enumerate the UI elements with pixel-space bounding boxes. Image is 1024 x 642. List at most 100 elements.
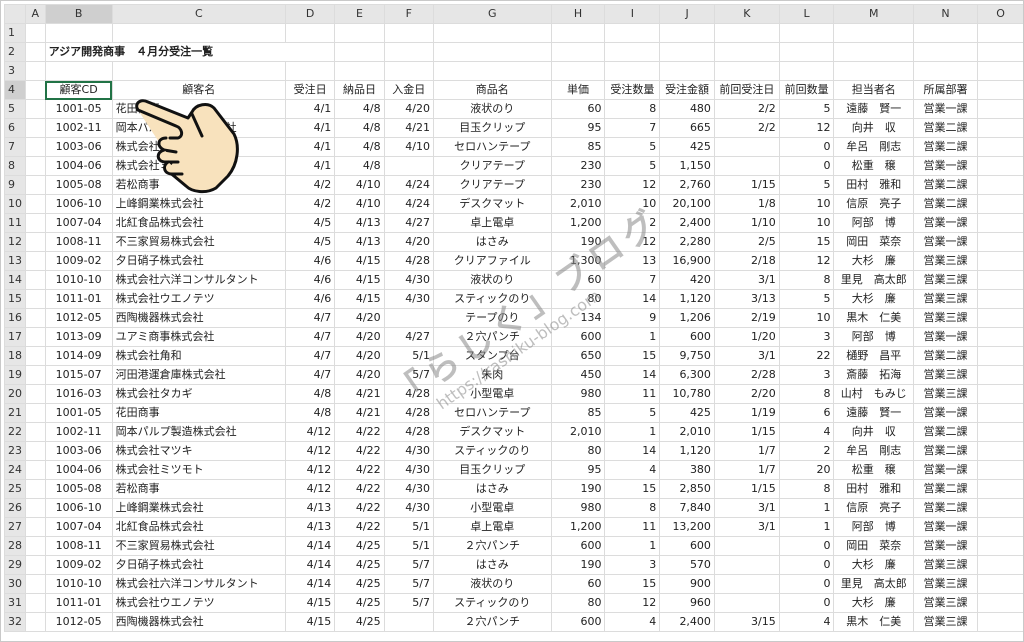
data-cell[interactable]: クリアテープ xyxy=(432,156,552,176)
data-cell[interactable]: 4/7 xyxy=(284,327,336,347)
data-cell[interactable]: 営業三課 xyxy=(912,384,979,404)
data-cell[interactable] xyxy=(383,308,434,328)
cell-a17[interactable] xyxy=(25,327,46,347)
data-cell[interactable]: 1,150 xyxy=(659,156,715,176)
data-cell[interactable]: 株式会社タカギ xyxy=(111,384,286,404)
data-cell[interactable]: 600 xyxy=(550,612,606,632)
empty-cell[interactable] xyxy=(912,23,979,43)
data-cell[interactable]: 14 xyxy=(604,441,661,461)
data-cell[interactable]: 80 xyxy=(550,593,606,613)
data-cell[interactable]: 阿部 博 xyxy=(833,517,914,537)
data-cell[interactable]: 営業三課 xyxy=(912,365,979,385)
data-cell[interactable]: スティックのり xyxy=(432,593,552,613)
cell-a5[interactable] xyxy=(25,99,46,119)
table-header-cell[interactable]: 入金日 xyxy=(383,80,434,100)
data-cell[interactable]: 4/22 xyxy=(334,517,385,537)
empty-cell[interactable] xyxy=(977,536,1024,556)
cell-a14[interactable] xyxy=(25,270,46,290)
empty-cell[interactable] xyxy=(977,270,1024,290)
data-cell[interactable]: 0 xyxy=(778,574,835,594)
empty-cell[interactable] xyxy=(912,61,979,81)
column-header-a[interactable]: A xyxy=(25,4,46,24)
data-cell[interactable]: 4/25 xyxy=(334,536,385,556)
data-cell[interactable]: 15 xyxy=(604,346,661,366)
empty-cell[interactable] xyxy=(977,574,1024,594)
data-cell[interactable]: 6,300 xyxy=(659,365,715,385)
data-cell[interactable]: 4/30 xyxy=(383,441,434,461)
row-header-27[interactable]: 27 xyxy=(4,517,26,537)
data-cell[interactable]: 1/7 xyxy=(713,460,780,480)
column-header-o[interactable]: O xyxy=(977,4,1024,24)
data-cell[interactable]: 4/8 xyxy=(284,384,336,404)
data-cell[interactable]: 2,850 xyxy=(659,479,715,499)
data-cell[interactable]: 営業一課 xyxy=(912,403,979,423)
data-cell[interactable]: 10 xyxy=(778,213,835,233)
empty-cell[interactable] xyxy=(977,479,1024,499)
data-cell[interactable]: 大杉 廉 xyxy=(833,593,914,613)
data-cell[interactable]: 15 xyxy=(604,574,661,594)
data-cell[interactable]: 4/30 xyxy=(383,498,434,518)
data-cell[interactable]: 0 xyxy=(778,156,835,176)
empty-cell[interactable] xyxy=(833,42,914,62)
row-header-22[interactable]: 22 xyxy=(4,422,26,442)
empty-cell[interactable] xyxy=(977,422,1024,442)
data-cell[interactable]: 425 xyxy=(659,137,715,157)
data-cell[interactable]: 5 xyxy=(778,289,835,309)
data-cell[interactable]: 6 xyxy=(778,403,835,423)
cell-a18[interactable] xyxy=(25,346,46,366)
data-cell[interactable]: 営業一課 xyxy=(912,99,979,119)
data-cell[interactable]: 11 xyxy=(604,517,661,537)
data-cell[interactable]: 1 xyxy=(604,536,661,556)
cell-a13[interactable] xyxy=(25,251,46,271)
data-cell[interactable]: 4/7 xyxy=(284,308,336,328)
data-cell[interactable]: 190 xyxy=(550,232,606,252)
data-cell[interactable]: 4/20 xyxy=(334,308,385,328)
data-cell[interactable]: 4/28 xyxy=(383,251,434,271)
data-cell[interactable]: 営業三課 xyxy=(912,555,979,575)
empty-cell[interactable] xyxy=(977,42,1024,62)
data-cell[interactable]: 4/8 xyxy=(334,99,385,119)
data-cell[interactable] xyxy=(713,536,780,556)
data-cell[interactable]: 4/22 xyxy=(334,422,385,442)
data-cell[interactable]: 12 xyxy=(604,593,661,613)
row-header-28[interactable]: 28 xyxy=(4,536,26,556)
data-cell[interactable]: 8 xyxy=(604,99,661,119)
column-header-l[interactable]: L xyxy=(778,4,835,24)
data-cell[interactable]: 12 xyxy=(604,232,661,252)
data-cell[interactable]: 95 xyxy=(550,460,606,480)
empty-cell[interactable] xyxy=(977,251,1024,271)
data-cell[interactable]: 4/1 xyxy=(284,118,336,138)
row-header-25[interactable]: 25 xyxy=(4,479,26,499)
data-cell[interactable]: 4/20 xyxy=(334,365,385,385)
empty-cell[interactable] xyxy=(111,23,286,43)
data-cell[interactable]: はさみ xyxy=(432,555,552,575)
data-cell[interactable]: 9 xyxy=(604,308,661,328)
empty-cell[interactable] xyxy=(383,42,434,62)
cell-a23[interactable] xyxy=(25,441,46,461)
data-cell[interactable]: 4/6 xyxy=(284,289,336,309)
data-cell[interactable]: 黒木 仁美 xyxy=(833,308,914,328)
cell-a11[interactable] xyxy=(25,213,46,233)
empty-cell[interactable] xyxy=(977,346,1024,366)
cell-a22[interactable] xyxy=(25,422,46,442)
data-cell[interactable]: 4/20 xyxy=(334,346,385,366)
empty-cell[interactable] xyxy=(334,23,385,43)
data-cell[interactable]: 4/30 xyxy=(383,270,434,290)
row-header-6[interactable]: 6 xyxy=(4,118,26,138)
empty-cell[interactable] xyxy=(977,213,1024,233)
row-header-23[interactable]: 23 xyxy=(4,441,26,461)
cell-a10[interactable] xyxy=(25,194,46,214)
data-cell[interactable]: 営業三課 xyxy=(912,289,979,309)
column-header-g[interactable]: G xyxy=(432,4,552,24)
empty-cell[interactable] xyxy=(977,612,1024,632)
data-cell[interactable]: 営業三課 xyxy=(912,574,979,594)
row-header-12[interactable]: 12 xyxy=(4,232,26,252)
data-cell[interactable]: 営業三課 xyxy=(912,593,979,613)
data-cell[interactable]: 4/12 xyxy=(284,479,336,499)
sheet-title[interactable]: アジア開発商事 ４月分受注一覧 xyxy=(44,42,336,62)
data-cell[interactable]: 花田商事 xyxy=(111,403,286,423)
empty-cell[interactable] xyxy=(977,99,1024,119)
empty-cell[interactable] xyxy=(977,80,1024,100)
empty-cell[interactable] xyxy=(383,23,434,43)
data-cell[interactable]: 松重 穣 xyxy=(833,460,914,480)
